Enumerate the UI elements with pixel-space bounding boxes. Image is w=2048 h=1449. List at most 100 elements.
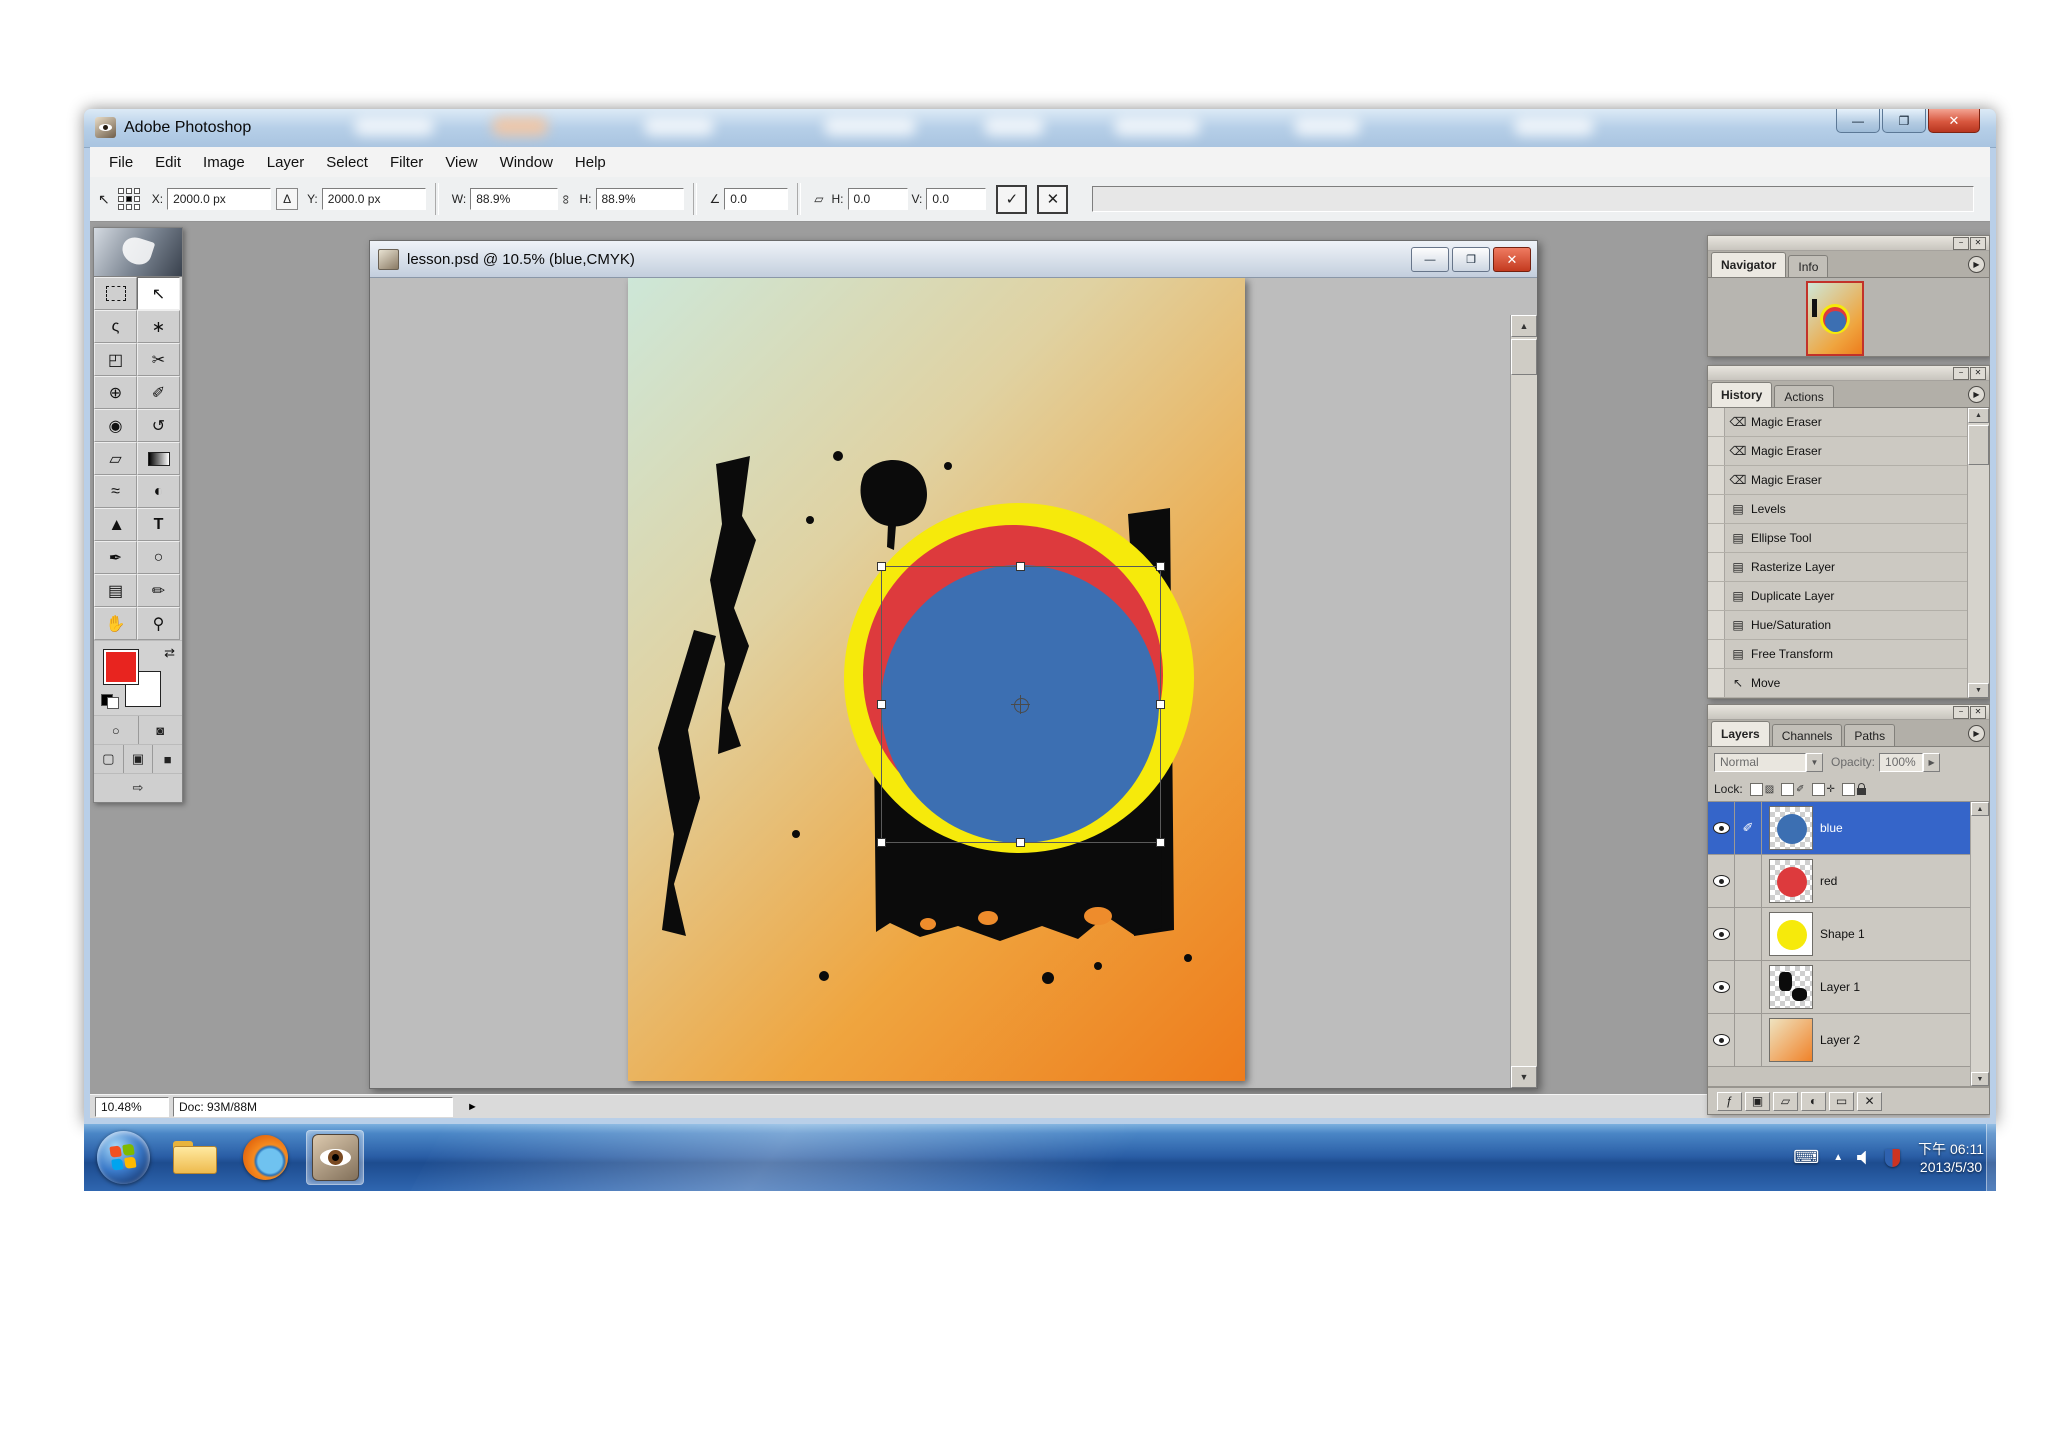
window-titlebar[interactable]: Adobe Photoshop — ❐ ✕ <box>84 109 1996 148</box>
menu-window[interactable]: Window <box>489 154 564 171</box>
link-column[interactable] <box>1735 855 1762 907</box>
show-hidden-icons-arrow[interactable]: ▲ <box>1833 1152 1843 1163</box>
add-layer-style-button[interactable]: ƒ <box>1717 1091 1742 1111</box>
link-column[interactable] <box>1735 908 1762 960</box>
history-scrollbar[interactable]: ▲ ▼ <box>1967 408 1989 698</box>
palette-menu-button[interactable]: ▶ <box>1968 256 1985 273</box>
new-layer-set-button[interactable]: ▱ <box>1773 1091 1798 1111</box>
history-state-row[interactable]: ▤ Hue/Saturation <box>1708 611 1968 640</box>
layer-name[interactable]: Shape 1 <box>1820 927 1865 941</box>
document-vertical-scrollbar[interactable]: ▲ ▼ <box>1510 315 1537 1088</box>
scroll-up-arrow[interactable]: ▲ <box>1968 408 1989 423</box>
tab-actions[interactable]: Actions <box>1774 385 1834 407</box>
transform-handle-se[interactable] <box>1156 838 1165 847</box>
minimize-button[interactable]: — <box>1836 109 1880 133</box>
crop-tool[interactable]: ◰ <box>94 343 137 376</box>
history-source-well[interactable] <box>1708 524 1725 552</box>
link-column[interactable] <box>1735 961 1762 1013</box>
scrollbar-thumb[interactable] <box>1968 425 1989 465</box>
menu-filter[interactable]: Filter <box>379 154 434 171</box>
scroll-down-arrow[interactable]: ▼ <box>1971 1072 1989 1086</box>
dodge-tool[interactable]: ◐ <box>137 475 180 508</box>
tab-channels[interactable]: Channels <box>1771 724 1843 746</box>
lock-pixels-checkbox[interactable] <box>1781 782 1795 796</box>
palette-menu-button[interactable]: ▶ <box>1968 725 1985 742</box>
layers-palette-titlebar[interactable]: − ✕ <box>1708 705 1989 720</box>
history-state-row[interactable]: ▤ Ellipse Tool <box>1708 524 1968 553</box>
adjustment-layer-button[interactable]: ◐ <box>1801 1091 1826 1111</box>
y-position-field[interactable]: 2000.0 px <box>321 188 426 210</box>
scroll-down-arrow[interactable]: ▼ <box>1968 683 1989 698</box>
skew-h-field[interactable]: 0.0 <box>847 188 908 210</box>
standard-screen-button[interactable]: ▢ <box>94 745 124 773</box>
visibility-toggle[interactable] <box>1708 961 1735 1013</box>
tab-layers[interactable]: Layers <box>1711 721 1770 746</box>
tab-history[interactable]: History <box>1711 382 1773 407</box>
lock-transparency-checkbox[interactable] <box>1749 782 1763 796</box>
palette-collapse-button[interactable]: − <box>1953 367 1969 380</box>
zoom-level-field[interactable]: 10.48% <box>95 1096 169 1117</box>
link-column[interactable]: ✐ <box>1735 802 1762 854</box>
taskbar-clock[interactable]: 下午 06:11 2013/5/30 <box>1918 1140 1984 1176</box>
transform-reference-point[interactable] <box>1011 694 1030 714</box>
palette-close-button[interactable]: ✕ <box>1970 367 1986 380</box>
navigator-proxy-preview[interactable] <box>1806 281 1864 356</box>
tab-navigator[interactable]: Navigator <box>1711 252 1787 277</box>
history-source-well[interactable] <box>1708 582 1725 610</box>
healing-brush-tool[interactable]: ⊕ <box>94 376 137 409</box>
history-state-row[interactable]: ↖ Move <box>1708 669 1968 698</box>
canvas[interactable] <box>628 278 1245 1081</box>
history-source-well[interactable] <box>1708 611 1725 639</box>
layer-name[interactable]: Layer 2 <box>1820 1033 1860 1047</box>
transform-handle-e[interactable] <box>1156 699 1165 709</box>
swap-colors-icon[interactable]: ⇄ <box>164 645 175 661</box>
pen-tool[interactable]: ✒ <box>94 541 137 574</box>
transform-handle-s[interactable] <box>1016 838 1025 847</box>
layer-thumbnail[interactable] <box>1769 912 1813 956</box>
scroll-down-arrow[interactable]: ▼ <box>1511 1066 1537 1088</box>
x-position-field[interactable]: 2000.0 px <box>167 188 272 210</box>
layer-name[interactable]: Layer 1 <box>1820 980 1860 994</box>
layer-row-layer2[interactable]: Layer 2 <box>1708 1014 1971 1067</box>
blend-mode-dropdown[interactable]: Normal <box>1714 752 1806 772</box>
lock-position-checkbox[interactable] <box>1811 782 1825 796</box>
doc-restore-button[interactable]: ❐ <box>1452 247 1490 272</box>
magic-wand-tool[interactable]: ∗ <box>137 310 180 343</box>
slice-tool[interactable]: ✂ <box>137 343 180 376</box>
menu-help[interactable]: Help <box>564 154 617 171</box>
layer-row-blue[interactable]: ✐ blue <box>1708 802 1971 855</box>
close-button[interactable]: ✕ <box>1928 109 1980 133</box>
cancel-transform-button[interactable]: ✕ <box>1037 184 1069 214</box>
history-source-well[interactable] <box>1708 495 1725 523</box>
visibility-toggle[interactable] <box>1708 908 1735 960</box>
skew-v-field[interactable]: 0.0 <box>926 188 987 210</box>
taskbar-photoshop-button[interactable] <box>306 1130 364 1185</box>
layer-thumbnail[interactable] <box>1769 965 1813 1009</box>
scale-width-field[interactable]: 88.9% <box>470 188 559 210</box>
navigator-palette-titlebar[interactable]: − ✕ <box>1708 236 1989 251</box>
volume-icon[interactable] <box>1857 1150 1866 1165</box>
taskbar-firefox-button[interactable] <box>236 1130 294 1185</box>
eyedropper-tool[interactable]: ✏ <box>137 574 180 607</box>
foreground-color-swatch[interactable] <box>103 649 139 685</box>
history-source-well[interactable] <box>1708 466 1725 494</box>
zoom-tool[interactable]: ⚲ <box>137 607 180 640</box>
opacity-slider-arrow[interactable]: ▶ <box>1923 752 1941 772</box>
palette-close-button[interactable]: ✕ <box>1970 706 1986 719</box>
status-flyout-arrow[interactable]: ► <box>467 1101 478 1113</box>
history-source-well[interactable] <box>1708 408 1725 436</box>
history-source-well[interactable] <box>1708 437 1725 465</box>
tab-info[interactable]: Info <box>1788 255 1829 277</box>
rotate-field[interactable]: 0.0 <box>724 188 789 210</box>
commit-transform-button[interactable]: ✓ <box>996 184 1028 214</box>
transform-handle-ne[interactable] <box>1156 562 1165 571</box>
clone-stamp-tool[interactable]: ◉ <box>94 409 137 442</box>
move-tool[interactable]: ↖ <box>137 277 180 310</box>
start-button[interactable] <box>97 1131 150 1184</box>
standard-mode-button[interactable]: ○ <box>94 716 139 744</box>
lock-all-checkbox[interactable] <box>1841 782 1855 796</box>
path-selection-tool[interactable]: ▶ <box>94 508 137 541</box>
transform-handle-nw[interactable] <box>877 562 886 571</box>
eraser-tool[interactable]: ▱ <box>94 442 137 475</box>
relative-position-toggle[interactable]: Δ <box>276 188 299 210</box>
